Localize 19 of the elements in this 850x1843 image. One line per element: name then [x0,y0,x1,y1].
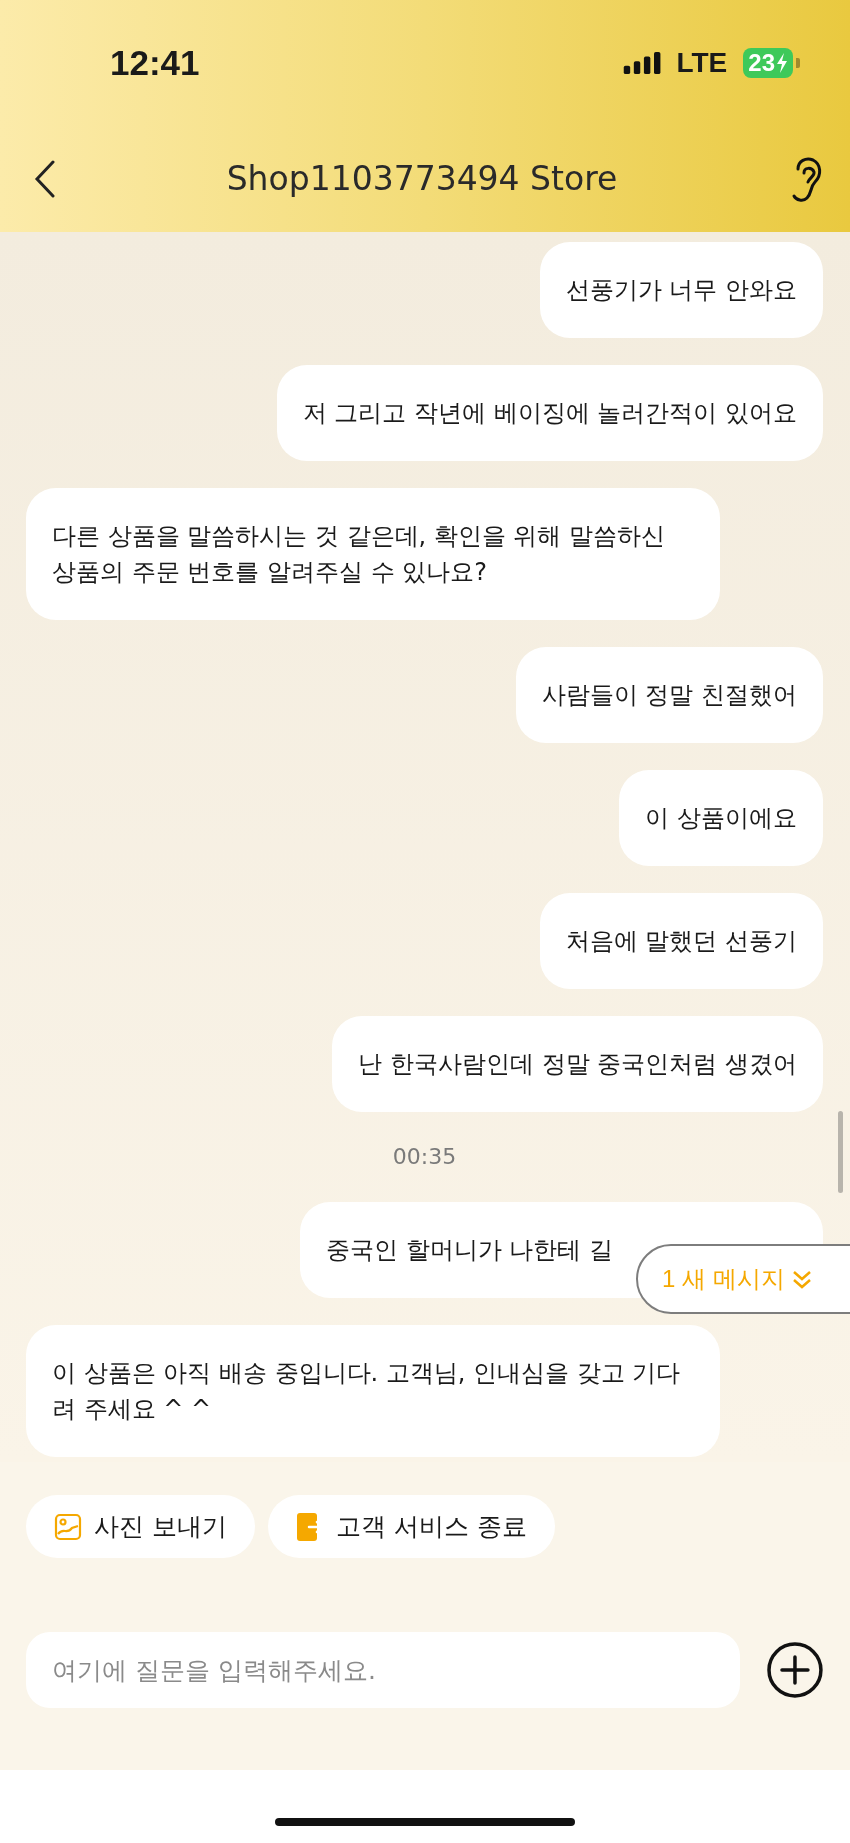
network-label: LTE [676,46,728,79]
sent-message: 처음에 말했던 선풍기 [539,893,823,989]
chat-title: Shop1103773494 Store [225,159,619,198]
image-icon [54,1512,82,1541]
sent-message: 사람들이 정말 친절했어 [515,647,823,743]
battery-indicator: 23 [743,47,793,78]
sent-message: 선풍기가 너무 안와요 [539,242,823,338]
back-icon[interactable] [34,159,56,198]
received-message: 다른 상품을 말씀하시는 것 같은데, 확인을 위해 말씀하신 상품의 주문 번호를 알려주실 수 있나요? [26,488,720,620]
sent-message: 저 그리고 작년에 베이징에 놀러간적이 있어요 [276,365,823,461]
plus-icon[interactable] [766,1641,824,1699]
quick-action-button[interactable]: 사진 보내기 [26,1495,255,1558]
status-time: 12:41 [110,42,201,83]
message-input[interactable]: 여기에 질문을 입력해주세요. [26,1632,741,1708]
received-message: 이 상품은 아직 배송 중입니다. 고객님, 인내심을 갖고 기다려 주세요 ^ ^ [26,1325,720,1457]
sent-message: 이 상품이에요 [619,770,823,866]
timestamp: 00:35 [392,1143,457,1171]
quick-action-button[interactable]: 고객 서비스 종료 [267,1495,555,1558]
sent-message: 난 한국사람인데 정말 중국인처럼 생겼어 [332,1016,823,1112]
